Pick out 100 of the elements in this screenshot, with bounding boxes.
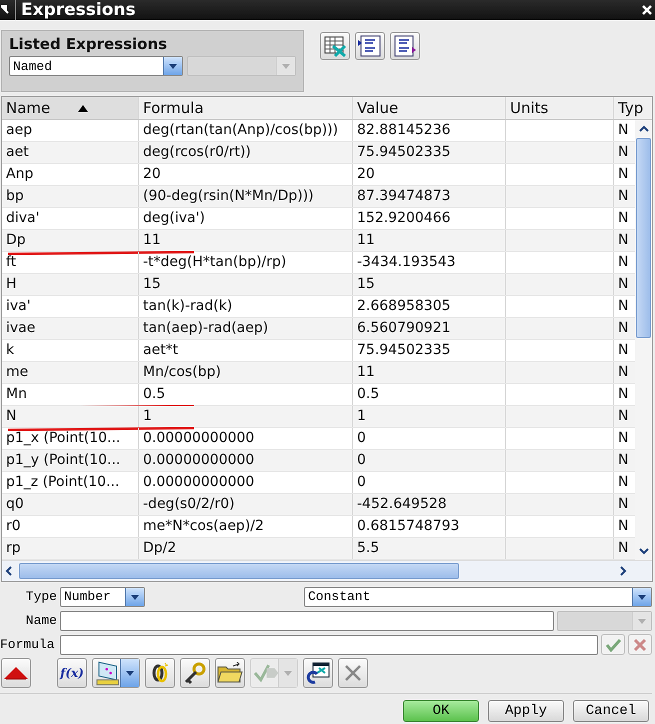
table-cell-text: N [617,319,630,338]
table-cell: diva' [2,208,139,229]
table-cell: Mn [2,384,139,405]
table-cell: deg(iva') [139,208,353,229]
field-label: Name [24,613,57,628]
table-cell: 15 [139,274,353,295]
type-dropdown[interactable]: Number [60,586,145,606]
table-cell: Dp/2 [139,538,353,559]
link-button[interactable] [180,658,210,688]
table-cell: 75.94502335 [353,142,506,163]
column-header[interactable]: Name [2,97,139,119]
delete-button[interactable] [338,658,368,688]
horizontal-scrollbar[interactable] [2,560,652,581]
table-cell: deg(rtan(tan(Anp)/cos(bp))) [139,120,353,141]
table-cell: r0 [2,516,139,537]
field-label: Type [24,589,57,604]
table-cell: 0.00000000000 [139,428,353,449]
spreadsheet-icon [323,34,347,58]
subtype-dropdown[interactable]: Constant [304,586,652,606]
table-cell: deg(rcos(r0/rt)) [139,142,353,163]
table-cell: (90-deg(rsin(N*Mn/Dp))) [139,186,353,207]
import-button[interactable] [355,32,385,60]
table-cell: tan(k)-rad(k) [139,296,353,317]
measure-button[interactable] [92,658,140,688]
sort-ascending-icon[interactable] [78,104,88,112]
export-button[interactable] [390,32,420,60]
table-cell: Mn/cos(bp) [139,362,353,383]
table-cell: -452.649528 [353,494,506,515]
window-title: Expressions [15,0,641,20]
table-cell-text: N [617,495,630,514]
table-cell: 1 [139,406,353,427]
table-cell: bp [2,186,139,207]
table-cell: -3434.193543 [353,252,506,273]
filter-dropdown[interactable]: Named [9,56,184,76]
table-cell: ivae [2,318,139,339]
vertical-scrollbar[interactable] [635,120,652,560]
table-cell: p1_y (Point(10... [2,450,139,471]
table-cell: 0.5 [139,384,353,405]
table-cell: 11 [353,362,506,383]
table-cell: 0 [353,450,506,471]
table-cell-text: N [617,231,630,250]
spreadsheet-button[interactable] [320,32,350,60]
table-cell: -deg(s0/2/r0) [139,494,353,515]
scroll-thumb[interactable] [19,563,459,579]
table-cell: 0 [353,472,506,493]
table-cell-text: N [617,209,630,228]
table-cell-text: N [617,451,630,470]
window-refresh-icon [305,661,331,685]
formula-field[interactable] [60,634,598,654]
table-cell: aep [2,120,139,141]
column-header[interactable]: Value [353,97,506,119]
check-arrow-icon [253,662,278,684]
dialog-button[interactable]: OK [403,700,479,722]
name-field[interactable] [60,610,554,630]
open-folder-button[interactable] [215,658,245,688]
table-cell: rp [2,538,139,559]
parameter-list-icon [358,34,382,58]
table-cell-text: N [617,363,630,382]
function-button[interactable]: f(x) [57,658,87,688]
table-cell: 0.00000000000 [139,472,353,493]
table-cell-text: N [617,121,630,140]
dialog-button[interactable]: Apply [488,700,564,722]
table-cell: 82.88145236 [353,120,506,141]
table-cell: k [2,340,139,361]
column-header[interactable]: Formula [139,97,353,119]
column-header[interactable]: Units [506,97,614,119]
table-cell: 2.668958305 [353,296,506,317]
table-cell: 20 [139,164,353,185]
table-cell: p1_z (Point(10... [2,472,139,493]
table-cell: 0.5 [353,384,506,405]
table-cell: 5.5 [353,538,506,559]
table-cell-text: N [617,275,630,294]
table-cell-text: N [617,253,630,272]
table-cell-text: N [617,297,630,316]
table-cell: 87.39474873 [353,186,506,207]
folder-icon [217,662,243,684]
table-cell-text: N [617,341,630,360]
close-icon [633,638,647,652]
triangle-up-icon [3,666,29,680]
close-icon[interactable] [641,4,653,16]
table-cell: 0.00000000000 [139,450,353,471]
dialog-button[interactable]: Cancel [573,700,649,722]
scroll-thumb[interactable] [636,138,651,338]
key-link-icon [183,661,207,685]
table-cell: H [2,274,139,295]
column-header[interactable]: Typ [614,97,652,119]
collapse-button[interactable] [1,658,31,688]
panel-label: Listed Expressions [9,35,168,53]
spreadsheet-refresh-button[interactable] [303,658,333,688]
link-button[interactable] [145,658,175,688]
table-cell-text: N [617,187,630,206]
table-cell: 75.94502335 [353,340,506,361]
table-cell: Anp [2,164,139,185]
table-cell: N [2,406,139,427]
table-cell: q0 [2,494,139,515]
table-cell-text: N [617,517,630,536]
measure-icon [95,660,120,686]
table-cell: aet*t [139,340,353,361]
table-cell: 11 [139,230,353,251]
table-cell: 11 [353,230,506,251]
